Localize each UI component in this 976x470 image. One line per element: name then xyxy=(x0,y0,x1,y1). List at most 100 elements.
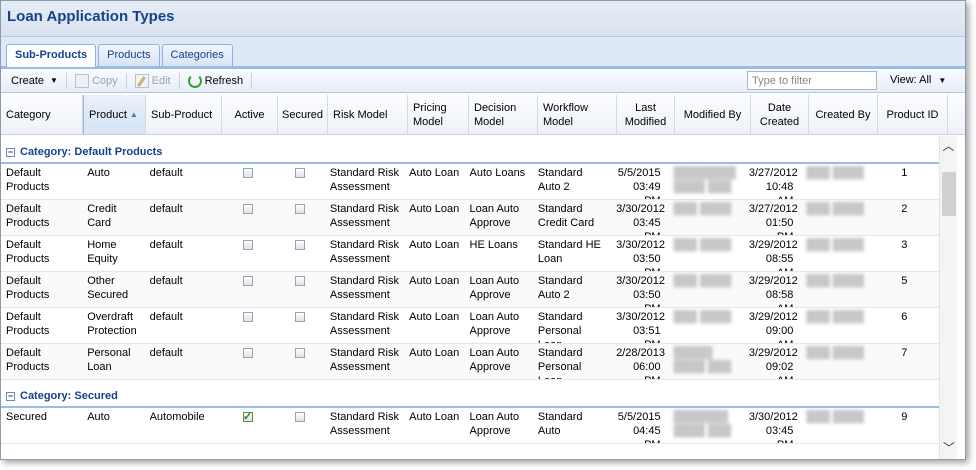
column-header-secured[interactable]: Secured xyxy=(278,95,328,134)
cell-risk-model: Standard Risk Assessment xyxy=(329,203,399,229)
cell-secured xyxy=(275,308,325,343)
toolbar: Create ▼ Copy Edit Refresh View: All ▼ xyxy=(1,69,965,93)
column-header-label: Pricing Model xyxy=(413,101,447,128)
cell-active: ✓ xyxy=(220,408,275,443)
cell-sub-product: default xyxy=(149,203,183,215)
column-header-workflow-model[interactable]: Workflow Model xyxy=(538,95,617,134)
unchecked-checkbox-icon xyxy=(242,276,253,286)
cell-product: Auto xyxy=(87,411,110,423)
edit-label: Edit xyxy=(151,74,171,87)
vertical-scrollbar[interactable]: ︿ ﹀ xyxy=(939,136,958,459)
cell-product: Home Equity xyxy=(87,239,118,265)
cell-pricing-model: Auto Loan xyxy=(409,203,460,215)
cell-decision-model: Loan Auto Approve xyxy=(469,311,520,337)
cell-category: Default Products xyxy=(6,347,50,373)
tab-categories[interactable]: Categories xyxy=(161,44,233,66)
cell-product: Auto xyxy=(87,167,110,179)
table-row[interactable]: Default Products Personal Loan default Stan… xyxy=(1,344,939,380)
view-select[interactable]: View: All ▼ xyxy=(890,74,946,86)
column-header-product[interactable]: Product ▲ xyxy=(83,95,146,134)
create-button[interactable]: Create ▼ xyxy=(7,71,62,91)
cell-category: Default Products xyxy=(6,239,50,265)
column-header-label: Last Modified xyxy=(624,101,667,128)
cell-modified-by: ███ ████ xyxy=(673,203,732,215)
cell-created-by: ███ ████ xyxy=(806,203,864,215)
chevron-down-icon: ▼ xyxy=(50,76,58,85)
column-header-label: Category xyxy=(6,108,51,121)
cell-sub-product: default xyxy=(149,167,183,179)
column-header-date-created[interactable]: Date Created xyxy=(751,95,809,134)
cell-decision-model: Auto Loans xyxy=(469,167,526,179)
column-header-created-by[interactable]: Created By xyxy=(809,95,878,134)
table-row[interactable]: Default Products Home Equity default Standa… xyxy=(1,236,939,272)
cell-product: Credit Card xyxy=(87,203,117,229)
scroll-thumb[interactable] xyxy=(942,172,956,216)
chevron-down-icon: ▼ xyxy=(938,75,947,85)
tab-sub-products[interactable]: Sub-Products xyxy=(6,44,97,67)
column-header-sub-product[interactable]: Sub-Product xyxy=(146,95,222,134)
group-header[interactable]: − Category: Default Products xyxy=(1,142,939,164)
cell-last-modified: 5/5/2015 03:49 PM xyxy=(617,167,661,199)
sort-ascending-icon: ▲ xyxy=(129,109,138,119)
cell-modified-by: ███ ████ xyxy=(673,239,732,251)
cell-active xyxy=(220,344,275,379)
table-row[interactable]: Default Products Overdraft Protection defa… xyxy=(1,308,939,344)
group-header[interactable]: − Category: Secured xyxy=(1,386,939,408)
toolbar-divider xyxy=(65,72,67,89)
edit-button[interactable]: Edit xyxy=(131,71,175,91)
cell-decision-model: Loan Auto Approve xyxy=(469,347,520,373)
column-header-risk-model[interactable]: Risk Model xyxy=(328,95,408,134)
cell-category: Default Products xyxy=(6,311,50,337)
table-row[interactable]: Default Products Other Secured default Stan… xyxy=(1,272,939,308)
column-header-label: Decision Model xyxy=(474,101,517,128)
checked-checkbox-icon: ✓ xyxy=(242,411,253,423)
cell-last-modified: 5/5/2015 04:45 PM xyxy=(617,411,661,443)
unchecked-checkbox-icon xyxy=(295,168,306,178)
scroll-up-icon[interactable]: ︿ xyxy=(940,136,957,154)
cell-category: Secured xyxy=(6,411,47,423)
group-label: Category: Secured xyxy=(20,390,118,402)
cell-workflow-model: Standard Personal Loan xyxy=(537,311,583,343)
refresh-label: Refresh xyxy=(204,74,244,87)
column-header-product-id[interactable]: Product ID xyxy=(878,95,948,134)
cell-risk-model: Standard Risk Assessment xyxy=(329,311,399,337)
cell-modified-by: ███ ████ xyxy=(673,275,732,287)
column-header-pricing-model[interactable]: Pricing Model xyxy=(408,95,469,134)
cell-sub-product: default xyxy=(149,311,183,323)
tab-products[interactable]: Products xyxy=(98,44,160,66)
table-row[interactable]: Default Products Credit Card default Standa… xyxy=(1,200,939,236)
cell-product-id: 1 xyxy=(901,167,908,179)
cell-workflow-model: Standard Auto 2 xyxy=(537,167,583,193)
cell-category: Default Products xyxy=(6,203,50,229)
column-header-last-modified[interactable]: Last Modified xyxy=(617,95,675,134)
edit-icon xyxy=(134,73,149,88)
column-header-label: Created By xyxy=(815,108,871,121)
unchecked-checkbox-icon xyxy=(242,312,253,322)
column-header-decision-model[interactable]: Decision Model xyxy=(469,95,538,134)
collapse-icon[interactable]: − xyxy=(6,391,15,401)
column-header-modified-by[interactable]: Modified By xyxy=(675,95,751,134)
copy-button[interactable]: Copy xyxy=(71,71,122,91)
cell-modified-by: ████████ ████ ███ xyxy=(673,167,736,193)
grid-body: − Category: Default Products Default Produ… xyxy=(1,136,939,459)
cell-secured xyxy=(275,408,325,443)
cell-active xyxy=(220,164,275,199)
cell-modified-by: ███████ ████ ███ xyxy=(673,411,732,437)
cell-product-id: 2 xyxy=(901,203,908,215)
scroll-down-icon[interactable]: ﹀ xyxy=(940,438,958,456)
cell-category: Default Products xyxy=(6,275,50,301)
table-row[interactable]: Default Products Auto default Standard Risk… xyxy=(1,164,939,200)
cell-modified-by: █████ ████ ███ xyxy=(673,347,732,373)
collapse-icon[interactable]: − xyxy=(6,147,15,157)
cell-secured xyxy=(275,164,325,199)
column-header-category[interactable]: Category xyxy=(1,95,83,134)
column-header-label: Modified By xyxy=(683,108,742,121)
filter-input[interactable] xyxy=(747,71,877,90)
refresh-button[interactable]: Refresh xyxy=(184,71,248,91)
cell-category: Default Products xyxy=(6,167,50,193)
column-header-label: Product xyxy=(89,108,127,121)
table-row[interactable]: Secured Auto Automobile ✓ Standard Risk Asse… xyxy=(1,408,939,444)
column-header-label: Risk Model xyxy=(333,108,388,121)
tab-bar: Sub-Products Products Categories xyxy=(1,37,965,69)
column-header-active[interactable]: Active xyxy=(222,95,278,134)
